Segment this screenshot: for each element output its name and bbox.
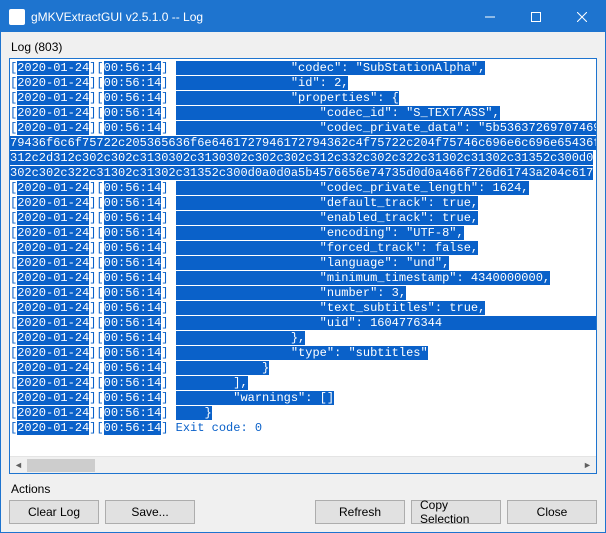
maximize-button[interactable] xyxy=(513,1,559,32)
log-line: [2020-01-24][00:56:14] "number": 3, xyxy=(10,286,596,301)
client-area: Log (803) [2020-01-24][00:56:14] "codec"… xyxy=(1,32,605,532)
log-line: 312c2d312c302c302c3130302c3130302c302c30… xyxy=(10,151,596,166)
log-line: [2020-01-24][00:56:14] "codec_id": "S_TE… xyxy=(10,106,596,121)
actions-row: Clear Log Save... Refresh Copy Selection… xyxy=(9,500,597,524)
log-line: [2020-01-24][00:56:14] "uid": 1604776344 xyxy=(10,316,596,331)
minimize-icon xyxy=(485,12,495,22)
log-line: [2020-01-24][00:56:14] "minimum_timestam… xyxy=(10,271,596,286)
log-line: [2020-01-24][00:56:14] }, xyxy=(10,331,596,346)
log-line: [2020-01-24][00:56:14] "codec_private_da… xyxy=(10,121,596,136)
actions-group-label: Actions xyxy=(11,482,597,496)
log-panel: [2020-01-24][00:56:14] "codec": "SubStat… xyxy=(9,58,597,474)
log-line: [2020-01-24][00:56:14] } xyxy=(10,406,596,421)
scroll-thumb[interactable] xyxy=(27,459,95,472)
close-action-button[interactable]: Close xyxy=(507,500,597,524)
log-line: [2020-01-24][00:56:14] "codec": "SubStat… xyxy=(10,61,596,76)
log-line: [2020-01-24][00:56:14] "properties": { xyxy=(10,91,596,106)
log-group-label: Log (803) xyxy=(11,40,597,54)
close-button[interactable] xyxy=(559,1,605,32)
scroll-right-button[interactable]: ► xyxy=(579,457,596,473)
horizontal-scrollbar[interactable]: ◄ ► xyxy=(10,456,596,473)
close-icon xyxy=(577,12,587,22)
minimize-button[interactable] xyxy=(467,1,513,32)
app-icon xyxy=(9,9,25,25)
log-line: [2020-01-24][00:56:14] "id": 2, xyxy=(10,76,596,91)
save-button[interactable]: Save... xyxy=(105,500,195,524)
log-line: [2020-01-24][00:56:14] "warnings": [] xyxy=(10,391,596,406)
log-line: [2020-01-24][00:56:14] Exit code: 0 xyxy=(10,421,596,436)
log-line: [2020-01-24][00:56:14] } xyxy=(10,361,596,376)
scroll-track[interactable] xyxy=(27,457,579,473)
log-line: [2020-01-24][00:56:14] ], xyxy=(10,376,596,391)
maximize-icon xyxy=(531,12,541,22)
log-line: [2020-01-24][00:56:14] "default_track": … xyxy=(10,196,596,211)
log-line: [2020-01-24][00:56:14] "encoding": "UTF-… xyxy=(10,226,596,241)
window-controls xyxy=(467,1,605,32)
scroll-left-button[interactable]: ◄ xyxy=(10,457,27,473)
log-line: [2020-01-24][00:56:14] "type": "subtitle… xyxy=(10,346,596,361)
window-title: gMKVExtractGUI v2.5.1.0 -- Log xyxy=(31,10,467,24)
log-line: [2020-01-24][00:56:14] "codec_private_le… xyxy=(10,181,596,196)
spacer xyxy=(201,500,309,524)
titlebar[interactable]: gMKVExtractGUI v2.5.1.0 -- Log xyxy=(1,1,605,32)
clear-log-button[interactable]: Clear Log xyxy=(9,500,99,524)
log-line: [2020-01-24][00:56:14] "text_subtitles":… xyxy=(10,301,596,316)
app-window: gMKVExtractGUI v2.5.1.0 -- Log Log (803)… xyxy=(0,0,606,533)
log-textarea[interactable]: [2020-01-24][00:56:14] "codec": "SubStat… xyxy=(10,59,596,456)
log-line: 79436f6c6f75722c205365636f6e646172794617… xyxy=(10,136,596,151)
log-line: [2020-01-24][00:56:14] "forced_track": f… xyxy=(10,241,596,256)
log-line: 302c302c322c31302c31302c31352c300d0a0d0a… xyxy=(10,166,596,181)
log-line: [2020-01-24][00:56:14] "enabled_track": … xyxy=(10,211,596,226)
refresh-button[interactable]: Refresh xyxy=(315,500,405,524)
copy-selection-button[interactable]: Copy Selection xyxy=(411,500,501,524)
log-line: [2020-01-24][00:56:14] "language": "und"… xyxy=(10,256,596,271)
